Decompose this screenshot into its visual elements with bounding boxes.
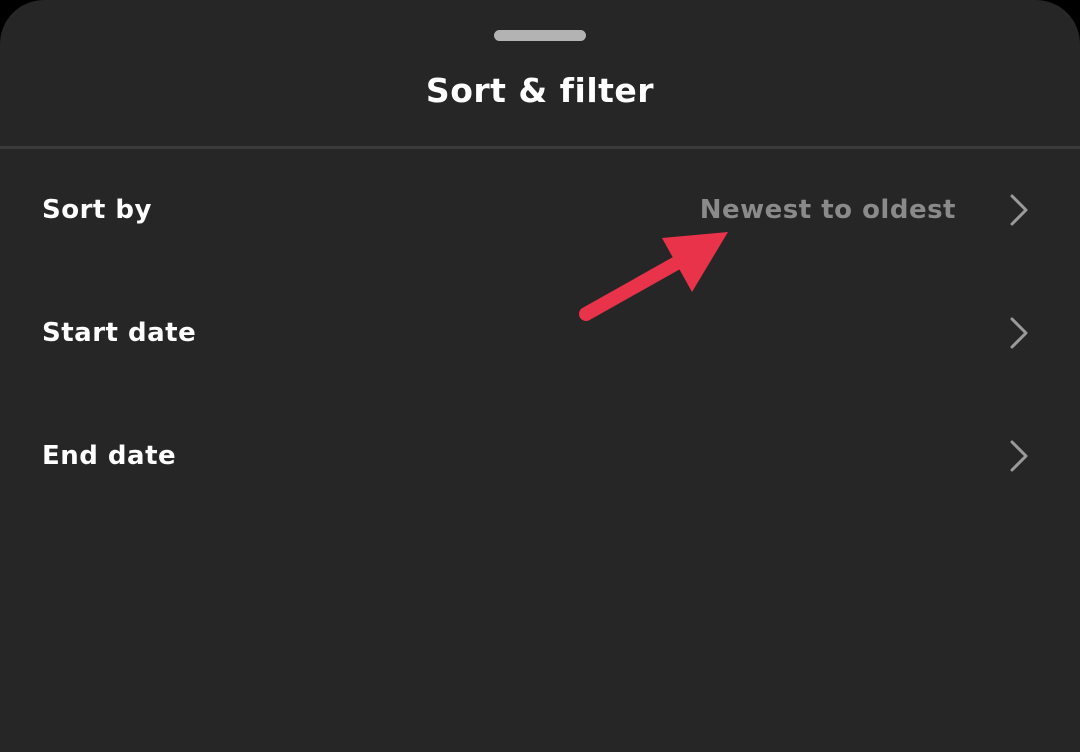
sort-by-label: Sort by — [42, 195, 152, 225]
end-date-row[interactable]: End date — [0, 396, 1080, 516]
end-date-label: End date — [42, 441, 177, 471]
drag-handle[interactable] — [494, 30, 586, 41]
chevron-right-icon — [1010, 440, 1028, 472]
start-date-row[interactable]: Start date — [0, 273, 1080, 393]
sort-by-row[interactable]: Sort by Newest to oldest — [0, 150, 1080, 270]
sheet-title: Sort & filter — [425, 71, 655, 110]
chevron-right-icon — [1010, 317, 1028, 349]
red-arrow-icon — [579, 232, 728, 321]
divider — [0, 146, 1080, 149]
start-date-label: Start date — [42, 318, 197, 348]
bottom-sheet: Sort & filter Sort by Newest to oldest S… — [0, 0, 1080, 752]
chevron-right-icon — [1010, 194, 1028, 226]
